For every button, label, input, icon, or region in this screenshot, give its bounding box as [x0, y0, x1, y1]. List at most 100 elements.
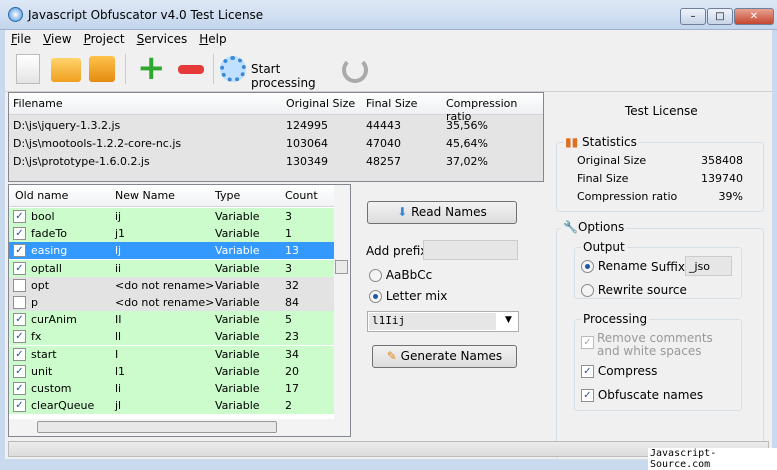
- remove-comments-label: Remove comments and white spaces: [597, 331, 713, 358]
- name-cell-count: 23: [285, 330, 299, 344]
- chevron-down-icon: ▼: [505, 315, 512, 325]
- maximize-button[interactable]: □: [707, 8, 733, 25]
- name-row[interactable]: ✓ start I Variable 34: [9, 345, 334, 363]
- stat-original-size-label: Original Size: [577, 154, 647, 167]
- col-new-name[interactable]: New Name: [115, 189, 175, 202]
- minimize-button[interactable]: –: [680, 8, 706, 25]
- name-cell-type: Variable: [215, 364, 260, 378]
- name-cell-type: Variable: [215, 330, 260, 344]
- col-filename[interactable]: Filename: [13, 97, 63, 110]
- row-checkbox[interactable]: ✓: [13, 244, 26, 258]
- suffix-label: Suffix: [651, 260, 685, 274]
- col-original-size[interactable]: Original Size: [286, 97, 355, 110]
- name-row[interactable]: ✓ bool ij Variable 3: [9, 208, 334, 225]
- name-cell-new: l1: [115, 364, 126, 378]
- name-cell-count: 17: [285, 382, 299, 395]
- name-row[interactable]: ✓ fadeTo j1 Variable 1: [9, 225, 334, 243]
- row-checkbox[interactable]: ✓: [13, 399, 26, 413]
- charset-dropdown[interactable]: l1Iij ▼: [367, 311, 519, 332]
- col-final-size[interactable]: Final Size: [366, 97, 417, 110]
- name-row[interactable]: ✓ custom li Variable 17: [9, 380, 334, 397]
- vertical-scrollbar[interactable]: [334, 185, 350, 419]
- row-checkbox[interactable]: [13, 296, 26, 309]
- remove-icon[interactable]: [178, 65, 204, 74]
- menu-file[interactable]: File: [5, 30, 37, 48]
- row-checkbox[interactable]: ✓: [13, 313, 26, 327]
- name-cell-type: Variable: [215, 313, 260, 327]
- read-names-button[interactable]: ⬇ Read Names: [367, 201, 517, 224]
- radio-letter-mix[interactable]: Letter mix: [369, 289, 447, 303]
- name-row[interactable]: ✓ clearQueue jl Variable 2: [9, 397, 334, 415]
- name-cell-old: start: [31, 347, 57, 361]
- add-icon[interactable]: +: [137, 51, 167, 85]
- row-checkbox[interactable]: ✓: [13, 210, 26, 223]
- open-folder-icon[interactable]: [51, 58, 81, 82]
- generate-names-button[interactable]: ✎ Generate Names: [372, 345, 517, 368]
- add-prefix-label: Add prefix: [366, 244, 428, 258]
- radio-rewrite-source[interactable]: Rewrite source: [581, 283, 687, 297]
- name-cell-new: ij: [115, 210, 122, 223]
- menu-view[interactable]: View: [37, 30, 77, 48]
- horizontal-scrollbar[interactable]: [9, 419, 350, 436]
- radio-rename[interactable]: Rename: [581, 259, 647, 273]
- file-row[interactable]: D:\js\prototype-1.6.0.2.js 130349 48257 37,…: [9, 153, 543, 170]
- stat-original-size-value: 358408: [701, 154, 743, 167]
- name-cell-type: Variable: [215, 210, 260, 223]
- vertical-scroll-thumb[interactable]: [335, 260, 348, 274]
- prefix-input[interactable]: [423, 240, 518, 260]
- horizontal-scroll-thumb[interactable]: [37, 421, 277, 433]
- menu-project[interactable]: Project: [78, 30, 131, 48]
- name-row[interactable]: p <do not rename> Variable 84: [9, 294, 334, 311]
- row-checkbox[interactable]: ✓: [13, 364, 26, 378]
- name-cell-count: 13: [285, 244, 299, 258]
- name-cell-count: 84: [285, 296, 299, 309]
- name-cell-old: clearQueue: [31, 399, 95, 413]
- col-old-name[interactable]: Old name: [15, 189, 68, 202]
- suffix-input[interactable]: _jso: [685, 256, 732, 276]
- name-row[interactable]: ✓ easing lj Variable 13: [9, 242, 334, 260]
- radio-aabbcc[interactable]: AaBbCc: [369, 268, 432, 282]
- main-window: File View Project Services Help + Start proc…: [5, 30, 772, 460]
- refresh-icon[interactable]: [342, 57, 368, 83]
- row-checkbox[interactable]: ✓: [13, 347, 26, 361]
- name-row[interactable]: ✓ optall ii Variable 3: [9, 259, 334, 277]
- name-cell-old: easing: [31, 244, 68, 258]
- name-row[interactable]: opt <do not rename> Variable 32: [9, 276, 334, 294]
- row-checkbox[interactable]: ✓: [13, 382, 26, 395]
- read-names-label: Read Names: [411, 205, 487, 219]
- menu-services[interactable]: Services: [131, 30, 194, 48]
- row-checkbox[interactable]: ✓: [13, 261, 26, 275]
- checkbox-box: ✓: [581, 336, 594, 349]
- col-type[interactable]: Type: [215, 189, 240, 202]
- name-cell-type: Variable: [215, 296, 260, 309]
- file-row[interactable]: D:\js\jquery-1.3.2.js 124995 44443 35,56%: [9, 117, 543, 134]
- name-row[interactable]: ✓ unit l1 Variable 20: [9, 362, 334, 380]
- radio-circle: [581, 284, 594, 297]
- name-row[interactable]: ✓ fx ll Variable 23: [9, 328, 334, 346]
- row-checkbox[interactable]: [13, 278, 26, 292]
- generate-names-label: Generate Names: [400, 349, 503, 363]
- read-icon: ⬇: [397, 205, 412, 219]
- menu-help[interactable]: Help: [193, 30, 232, 48]
- file-row[interactable]: D:\js\mootools-1.2.2-core-nc.js 103064 470…: [9, 135, 543, 152]
- window-title: Javascript Obfuscator v4.0 Test License: [28, 8, 264, 22]
- title-bar: Javascript Obfuscator v4.0 Test License …: [0, 0, 777, 30]
- row-checkbox[interactable]: ✓: [13, 330, 26, 344]
- separator: [125, 54, 126, 84]
- license-label: Test License: [625, 104, 698, 118]
- row-checkbox[interactable]: ✓: [13, 227, 26, 241]
- name-cell-type: Variable: [215, 347, 260, 361]
- options-group: 🔧Options Output Rename Suffix _jso Rewri…: [556, 220, 764, 460]
- name-cell-type: Variable: [215, 244, 260, 258]
- col-count[interactable]: Count: [285, 189, 318, 202]
- name-cell-type: Variable: [215, 227, 260, 241]
- close-button[interactable]: ✕: [734, 8, 774, 25]
- save-icon[interactable]: [89, 56, 115, 82]
- obfuscate-names-checkbox[interactable]: ✓ Obfuscate names: [581, 388, 703, 402]
- new-file-icon[interactable]: [16, 54, 40, 84]
- start-processing-button[interactable]: Start processing: [218, 54, 338, 90]
- compress-checkbox[interactable]: ✓ Compress: [581, 364, 657, 378]
- remove-comments-checkbox[interactable]: ✓ Remove comments and white spaces: [581, 332, 731, 358]
- name-row[interactable]: ✓ curAnim II Variable 5: [9, 311, 334, 329]
- stat-final-size-value: 139740: [701, 172, 743, 185]
